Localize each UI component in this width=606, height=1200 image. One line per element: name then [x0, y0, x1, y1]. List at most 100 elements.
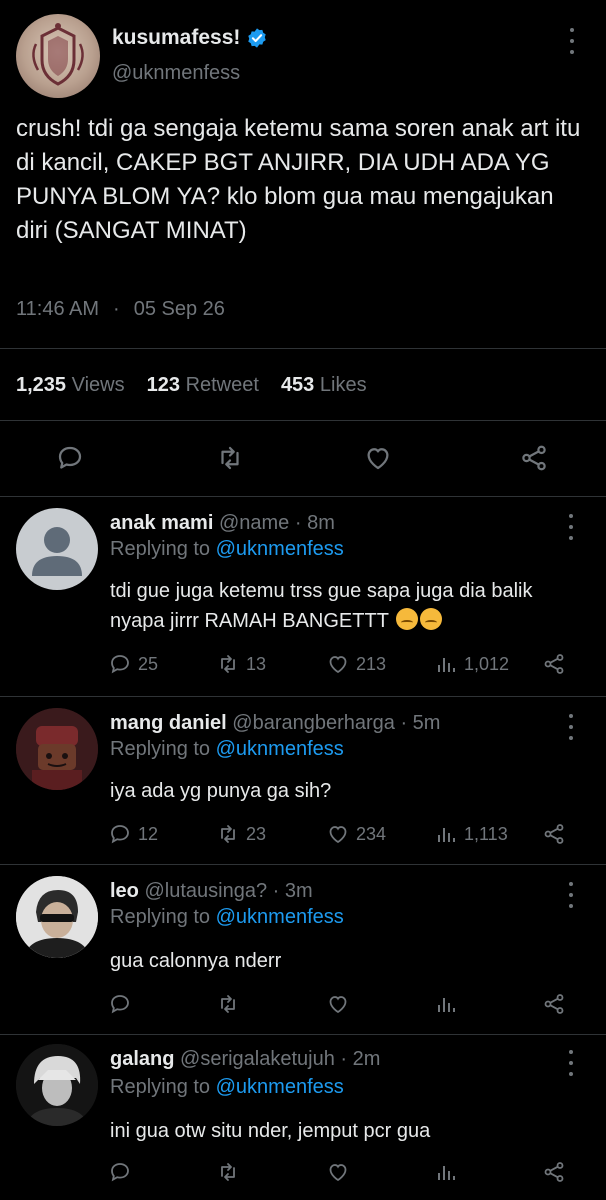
retweets-stat[interactable]: 123 Retweet — [147, 374, 259, 397]
retweet-icon — [221, 655, 235, 673]
reply-tweet[interactable]: anak mami @name · 8m Replying to @uknmen… — [0, 496, 606, 696]
view-count: 1,012 — [464, 653, 510, 674]
like-button[interactable] — [326, 1160, 350, 1184]
like-count: 234 — [356, 823, 387, 844]
crest-logo-icon — [32, 23, 84, 86]
reply-header: mang daniel @barangberharga · 5m — [110, 712, 440, 735]
like-button[interactable] — [326, 992, 350, 1016]
reply-time: · 8m — [294, 512, 335, 534]
views-stat[interactable]: 1,235 Views — [16, 374, 125, 397]
reply-button[interactable]: 12 — [108, 822, 158, 846]
divider — [0, 420, 606, 421]
reply-action-bar — [108, 992, 578, 1022]
reply-icon — [111, 1163, 129, 1182]
replying-to-handle[interactable]: @uknmenfess — [216, 906, 344, 928]
views-bar-chart-icon — [438, 658, 455, 672]
avatar[interactable] — [16, 708, 98, 790]
user-photo-avatar-icon — [16, 1044, 98, 1126]
more-options-icon[interactable] — [568, 514, 574, 540]
share-button[interactable] — [542, 1160, 566, 1184]
reply-author-name[interactable]: anak mami — [110, 512, 213, 534]
replying-to-handle[interactable]: @uknmenfess — [216, 538, 344, 560]
views-bar-chart-icon — [438, 1166, 455, 1180]
tweet-stats: 1,235 Views 123 Retweet 453 Likes — [16, 374, 367, 397]
likes-stat[interactable]: 453 Likes — [281, 374, 367, 397]
views-button[interactable]: 1,113 — [434, 822, 508, 846]
tweet-date: 05 Sep 26 — [133, 298, 225, 320]
avatar[interactable] — [16, 508, 98, 590]
like-button[interactable]: 213 — [326, 652, 386, 676]
retweet-button[interactable] — [216, 992, 240, 1016]
share-button[interactable] — [542, 822, 566, 846]
reply-tweet[interactable]: leo @lutausinga? · 3m Replying to @uknme… — [0, 864, 606, 1034]
replying-to-handle[interactable]: @uknmenfess — [216, 738, 344, 760]
reply-time: · 2m — [340, 1048, 381, 1070]
retweet-button[interactable]: 13 — [216, 652, 266, 676]
reply-button[interactable] — [108, 992, 132, 1016]
tweet-time: 11:46 AM — [16, 298, 100, 320]
retweet-icon — [221, 995, 235, 1013]
more-options-icon[interactable] — [568, 1050, 574, 1076]
retweet-icon — [221, 825, 235, 843]
reply-icon[interactable] — [54, 440, 86, 476]
author-name[interactable]: kusumafess! — [112, 26, 268, 50]
reply-time: · 5m — [400, 712, 441, 734]
reply-header: anak mami @name · 8m — [110, 512, 335, 535]
verified-badge-icon — [248, 28, 267, 48]
reply-author-handle[interactable]: @barangberharga — [232, 712, 395, 734]
views-button[interactable] — [434, 992, 458, 1016]
retweet-button[interactable]: 23 — [216, 822, 266, 846]
reply-icon — [111, 995, 129, 1014]
confounded-face-emoji-icon — [396, 608, 419, 630]
view-count: 1,113 — [464, 823, 508, 844]
share-icon[interactable] — [518, 440, 550, 476]
reply-author-handle[interactable]: @name — [219, 512, 289, 534]
reply-author-name[interactable]: leo — [110, 880, 139, 902]
reply-icon — [111, 825, 129, 844]
default-user-icon — [32, 527, 82, 576]
reply-tweet[interactable]: mang daniel @barangberharga · 5m Replyin… — [0, 696, 606, 864]
reply-author-handle[interactable]: @serigalaketujuh — [180, 1048, 335, 1070]
author-handle[interactable]: @uknmenfess — [112, 62, 240, 85]
more-options-icon[interactable] — [569, 28, 575, 54]
reply-author-handle[interactable]: @lutausinga? — [144, 880, 267, 902]
more-options-icon[interactable] — [568, 882, 574, 908]
reply-author-name[interactable]: galang — [110, 1048, 174, 1070]
share-icon — [544, 824, 564, 844]
reply-icon — [111, 655, 129, 674]
more-options-icon[interactable] — [568, 714, 574, 740]
reply-text: iya ada yg punya ga sih? — [110, 780, 332, 802]
like-button[interactable]: 234 — [326, 822, 386, 846]
replying-to-handle[interactable]: @uknmenfess — [216, 1076, 344, 1098]
meta-separator: · — [113, 298, 120, 320]
lego-figure-avatar-icon — [16, 708, 98, 790]
reply-time: · 3m — [272, 880, 313, 902]
avatar[interactable] — [16, 1044, 98, 1126]
avatar[interactable] — [16, 876, 98, 958]
retweet-count: 23 — [246, 823, 267, 844]
reply-count: 12 — [138, 823, 159, 844]
replying-to: Replying to @uknmenfess — [110, 1076, 344, 1098]
reply-button[interactable]: 25 — [108, 652, 158, 676]
views-button[interactable]: 1,012 — [434, 652, 509, 676]
share-button[interactable] — [542, 652, 566, 676]
share-button[interactable] — [542, 992, 566, 1016]
reply-action-bar — [108, 1160, 578, 1190]
retweet-count: 13 — [246, 653, 267, 674]
views-bar-chart-icon — [438, 828, 455, 842]
retweet-button[interactable] — [216, 1160, 240, 1184]
like-icon — [329, 656, 347, 674]
reply-author-name[interactable]: mang daniel — [110, 712, 227, 734]
like-icon[interactable] — [362, 440, 394, 476]
reply-action-bar: 12 23 234 1,113 — [108, 822, 578, 852]
author-avatar[interactable] — [16, 14, 100, 98]
views-button[interactable] — [434, 1160, 458, 1184]
retweet-icon[interactable] — [214, 440, 246, 476]
reply-tweet[interactable]: galang @serigalaketujuh · 2m Replying to… — [0, 1034, 606, 1200]
reply-text: ini gua otw situ nder, jemput pcr gua — [110, 1120, 431, 1142]
author-display-name: kusumafess! — [112, 26, 241, 49]
like-count: 213 — [356, 653, 387, 674]
reply-button[interactable] — [108, 1160, 132, 1184]
replying-to: Replying to @uknmenfess — [110, 538, 344, 560]
replying-to: Replying to @uknmenfess — [110, 738, 344, 760]
